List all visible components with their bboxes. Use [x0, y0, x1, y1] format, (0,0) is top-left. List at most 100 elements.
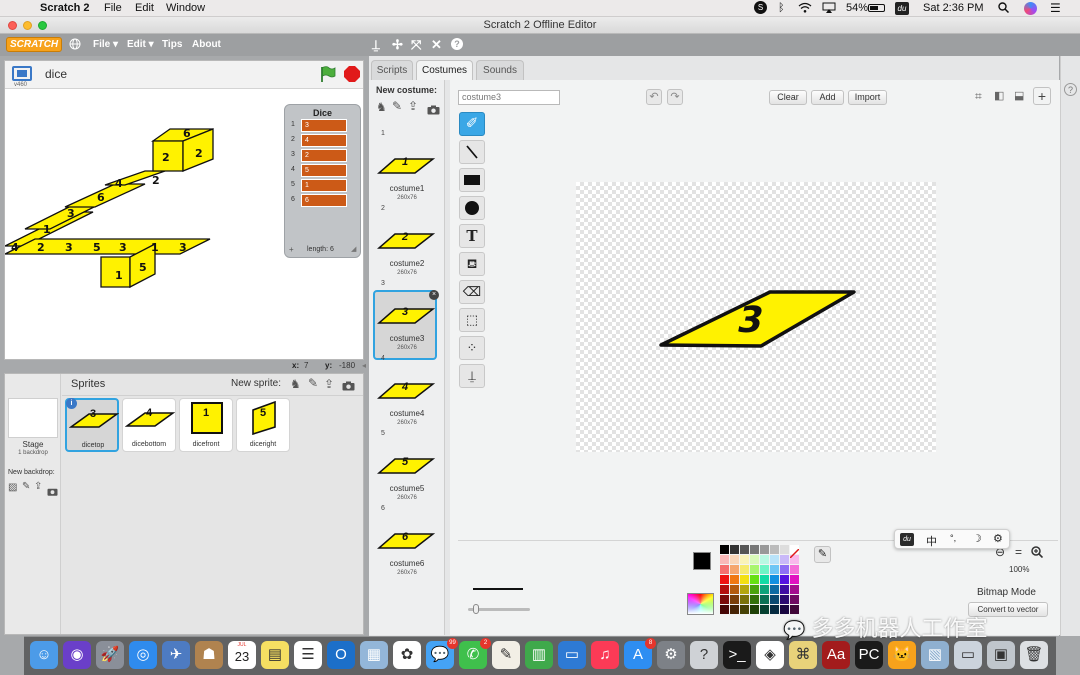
dock-launchpad-icon[interactable]: 🚀	[96, 641, 124, 669]
dock-calendar-icon[interactable]: JUL 23	[228, 641, 256, 669]
dock-preview-icon[interactable]: ▦	[360, 641, 388, 669]
color-picker-spectrum[interactable]	[687, 593, 714, 615]
palette-swatch[interactable]	[770, 585, 779, 594]
palette-swatch[interactable]	[750, 565, 759, 574]
dock-pycharm-icon[interactable]: PC	[855, 641, 883, 669]
palette-swatch[interactable]	[750, 605, 759, 614]
eraser-tool-icon[interactable]: ⌫	[459, 280, 485, 304]
dock-preview-2-icon[interactable]: ▧	[921, 641, 949, 669]
language-globe-icon[interactable]	[69, 38, 81, 53]
dock-scratch-icon[interactable]: 🐱	[888, 641, 916, 669]
palette-swatch[interactable]	[730, 605, 739, 614]
dock-textedit-icon[interactable]: ✎	[492, 641, 520, 669]
scratch-logo[interactable]: SCRATCH	[6, 37, 63, 52]
ime-skin-icon[interactable]: ☽	[972, 532, 982, 545]
sprite-tile-dicetop[interactable]: 3 dicetop i	[65, 398, 119, 452]
dock-notes-icon[interactable]: ▤	[261, 641, 289, 669]
dock-keynote-icon[interactable]: ▭	[558, 641, 586, 669]
stamp-tool-icon[interactable]: ⍊	[459, 364, 485, 388]
scratch-tips-menu[interactable]: Tips	[162, 39, 182, 50]
palette-swatch[interactable]	[780, 595, 789, 604]
undo-icon[interactable]: ↶	[646, 89, 662, 105]
palette-swatch[interactable]	[730, 565, 739, 574]
skype-status-icon[interactable]: S	[754, 1, 767, 14]
palette-swatch[interactable]	[750, 575, 759, 584]
costume-item-costume5[interactable]: 5 5 costume5 260x76	[373, 430, 437, 510]
flip-horizontal-icon[interactable]: ◧	[994, 89, 1004, 102]
transparent-swatch[interactable]	[789, 545, 800, 559]
palette-swatch[interactable]	[770, 565, 779, 574]
app-menu[interactable]: Scratch 2	[40, 2, 90, 14]
costume-item-costume2[interactable]: 2 2 costume2 260x76	[373, 205, 437, 285]
palette-swatch[interactable]	[720, 575, 729, 584]
ime-chinese-mode[interactable]: 中	[926, 533, 937, 549]
dock-numbers-icon[interactable]: ▥	[525, 641, 553, 669]
palette-swatch[interactable]	[760, 605, 769, 614]
dock-app-store-icon[interactable]: A8	[624, 638, 656, 669]
palette-swatch[interactable]	[770, 555, 779, 564]
costume-item-costume4[interactable]: 4 4 costume4 260x76	[373, 355, 437, 435]
palette-swatch[interactable]	[770, 545, 779, 554]
add-button[interactable]: Add	[811, 90, 844, 105]
palette-swatch[interactable]	[760, 555, 769, 564]
palette-swatch[interactable]	[760, 585, 769, 594]
list-monitor-dice[interactable]: Dice 132432455166 + length: 6 ◢	[284, 104, 361, 258]
dock-help-icon[interactable]: ?	[690, 641, 718, 669]
scratch-about-menu[interactable]: About	[192, 39, 221, 50]
bluetooth-icon[interactable]: ᛒ	[778, 2, 785, 14]
zoom-window-button[interactable]	[38, 21, 47, 30]
tab-sounds[interactable]: Sounds	[476, 60, 524, 80]
palette-swatch[interactable]	[730, 585, 739, 594]
sprite-tile-diceright[interactable]: 5 diceright	[236, 398, 290, 452]
palette-swatch[interactable]	[740, 595, 749, 604]
magic-select-tool-icon[interactable]: ⁘	[459, 336, 485, 360]
palette-swatch[interactable]	[740, 545, 749, 554]
grow-icon[interactable]: ⤧	[411, 37, 421, 53]
paint-new-sprite-icon[interactable]: ✎	[308, 376, 318, 390]
fill-bucket-tool-icon[interactable]: ⛾	[459, 252, 485, 276]
palette-swatch[interactable]	[780, 555, 789, 564]
flip-vertical-icon[interactable]: ⬓	[1014, 89, 1024, 102]
palette-swatch[interactable]	[750, 585, 759, 594]
palette-swatch[interactable]	[730, 575, 739, 584]
dock-scratch-cat-icon[interactable]: ◈	[756, 641, 784, 669]
duplicate-stamp-icon[interactable]: ⍊	[372, 37, 380, 53]
stop-sign-icon[interactable]	[344, 66, 360, 87]
palette-swatch[interactable]	[730, 595, 739, 604]
scratch-edit-menu[interactable]: Edit ▾	[127, 39, 154, 50]
dock-python-launcher-icon[interactable]: ⌘	[789, 641, 817, 669]
dock-music-icon[interactable]: ♫	[591, 641, 619, 669]
list-item-value[interactable]: 4	[301, 134, 347, 147]
dock-reminders-icon[interactable]: ☰	[294, 641, 322, 669]
fullscreen-icon[interactable]	[12, 66, 32, 81]
palette-swatch[interactable]	[760, 565, 769, 574]
palette-swatch[interactable]	[750, 545, 759, 554]
upload-sprite-icon[interactable]: ⇪	[324, 377, 334, 391]
dock-system-preferences-icon[interactable]: ⚙	[657, 641, 685, 669]
primary-color-swatch[interactable]	[693, 552, 711, 570]
tab-scripts[interactable]: Scripts	[371, 60, 413, 80]
airplay-icon[interactable]	[822, 2, 836, 16]
dock-safari-icon[interactable]: ◎	[129, 641, 157, 669]
minimize-window-button[interactable]	[23, 21, 32, 30]
list-item-value[interactable]: 5	[301, 164, 347, 177]
sprite-tile-dicefront[interactable]: 1 dicefront	[179, 398, 233, 452]
green-flag-icon[interactable]	[319, 66, 337, 88]
palette-swatch[interactable]	[780, 545, 789, 554]
palette-swatch[interactable]	[790, 575, 799, 584]
palette-swatch[interactable]	[770, 605, 779, 614]
palette-swatch[interactable]	[720, 605, 729, 614]
line-tool-icon[interactable]	[459, 140, 485, 164]
stage-thumbnail[interactable]	[8, 398, 58, 438]
palette-swatch[interactable]	[740, 575, 749, 584]
redo-icon[interactable]: ↷	[667, 89, 683, 105]
project-title[interactable]: dice	[45, 67, 67, 81]
costume-item-costume1[interactable]: 1 1 costume1 260x76	[373, 130, 437, 210]
dock-terminal-icon[interactable]: >_	[723, 641, 751, 669]
scratch-file-menu[interactable]: File ▾	[93, 39, 118, 50]
palette-swatch[interactable]	[720, 545, 729, 554]
list-item-value[interactable]: 3	[301, 119, 347, 132]
dock-photo-slideshow-icon[interactable]: ✈	[162, 641, 190, 669]
brush-tool-icon[interactable]: ✐	[459, 112, 485, 136]
paint-costume-icon[interactable]: ✎	[392, 99, 402, 113]
